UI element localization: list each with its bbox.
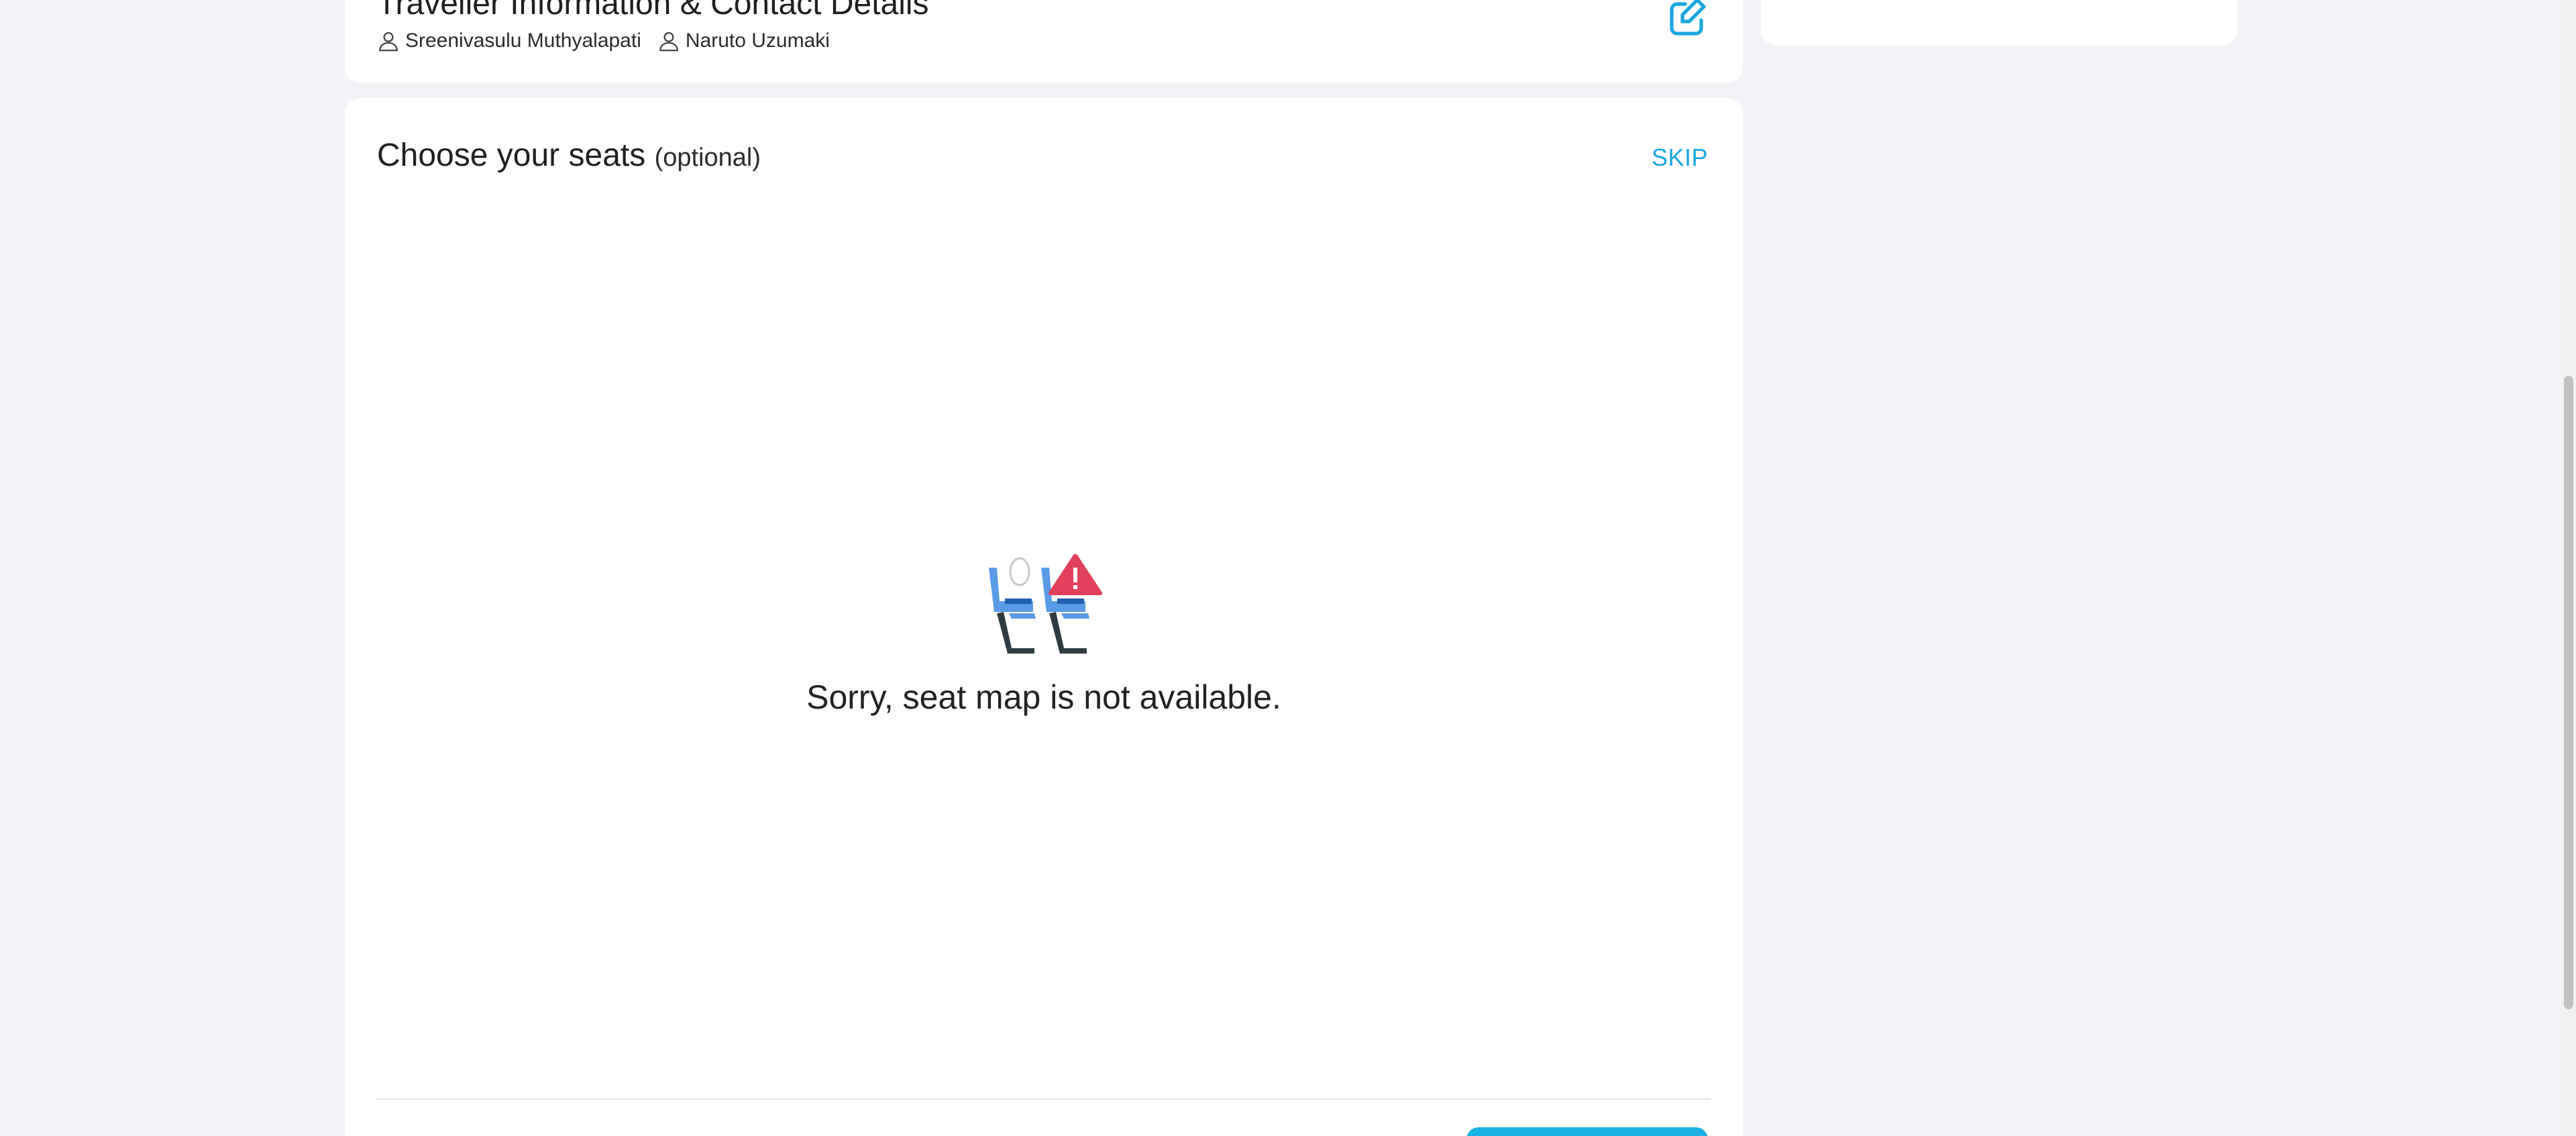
traveller-name: Sreenivasulu Muthyalapati <box>405 30 641 52</box>
seats-section-title: Choose your seats (optional) <box>377 137 761 174</box>
traveller-item: Naruto Uzumaki <box>657 30 830 52</box>
person-icon <box>379 32 398 52</box>
continue-button[interactable] <box>1466 1127 1708 1136</box>
summary-card <box>1761 0 2237 46</box>
edit-icon[interactable] <box>1665 0 1708 39</box>
person-icon <box>659 32 678 52</box>
scrollbar-thumb[interactable] <box>2564 376 2573 1009</box>
traveller-item: Sreenivasulu Muthyalapati <box>377 30 641 52</box>
traveller-section-title: Traveller Information & Contact Details <box>377 0 929 21</box>
skip-link[interactable]: SKIP <box>1652 144 1708 172</box>
traveller-info-card: Traveller Information & Contact Details … <box>345 0 1743 83</box>
page: Traveller Information & Contact Details … <box>0 0 2576 1136</box>
seats-title-text: Choose your seats <box>377 138 646 173</box>
divider <box>377 1098 1711 1100</box>
optional-label: (optional) <box>654 144 761 172</box>
seatmap-unavailable-message: Sorry, seat map is not available. <box>806 678 1281 716</box>
traveller-name: Naruto Uzumaki <box>685 30 830 52</box>
traveller-list: Sreenivasulu Muthyalapati Naruto Uzumaki <box>377 30 846 52</box>
seat-selection-card: Choose your seats (optional) SKIP Sorry,… <box>345 98 1743 1136</box>
seat-warning-icon <box>989 554 1102 654</box>
